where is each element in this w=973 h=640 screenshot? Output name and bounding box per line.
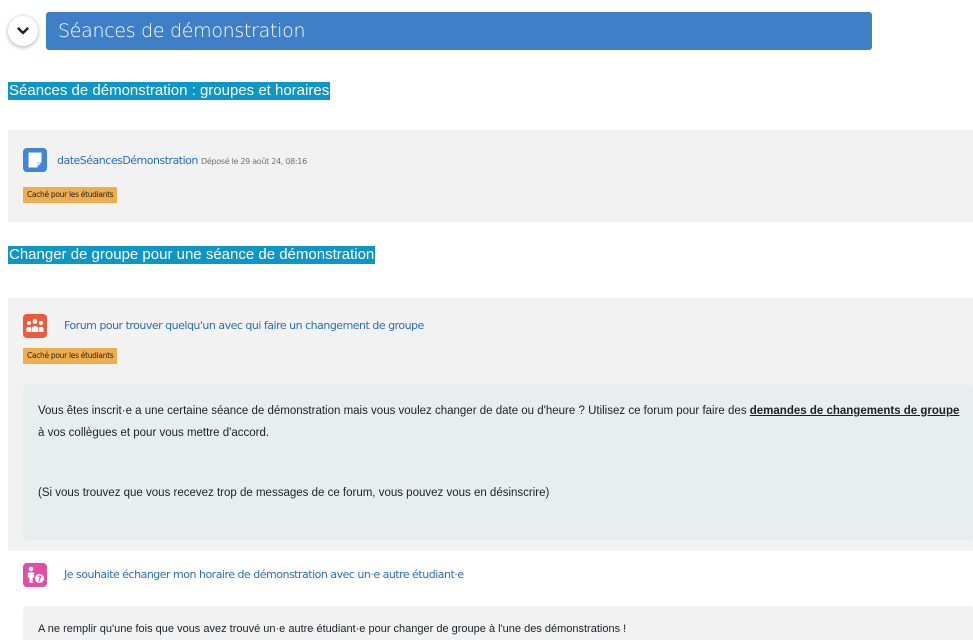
hidden-badge: Caché pour les étudiants — [23, 187, 118, 203]
activity-choice-link[interactable]: Je souhaite échanger mon horaire de démo… — [64, 568, 464, 581]
group-change-requests-link[interactable]: demandes de changements de groupe — [750, 405, 960, 417]
svg-text:?: ? — [37, 575, 42, 584]
activity-file: dateSéancesDémonstration Déposé le 29 ao… — [8, 130, 973, 222]
section-header: Séances de démonstration — [8, 12, 872, 50]
activity-file-meta: Déposé le 29 août 24, 08:16 — [201, 157, 307, 166]
activity-forum: Forum pour trouver quelqu'un avec qui fa… — [8, 298, 973, 551]
heading-change-group: Changer de groupe pour une séance de dém… — [8, 246, 376, 264]
heading-groups-schedule: Séances de démonstration : groupes et ho… — [8, 82, 331, 100]
hidden-badge: Caché pour les étudiants — [23, 348, 118, 364]
forum-unsubscribe-note: (Si vous trouvez que vous recevez trop d… — [38, 487, 550, 499]
person-question-icon: ? — [23, 563, 47, 587]
section-title: Séances de démonstration — [58, 20, 306, 42]
forum-description: Vous êtes inscrit·e a une certaine séanc… — [23, 384, 973, 540]
section-collapse-button[interactable] — [8, 16, 38, 46]
activity-forum-link[interactable]: Forum pour trouver quelqu'un avec qui fa… — [64, 319, 424, 332]
choice-description-text: A ne remplir qu'une fois que vous avez t… — [38, 623, 627, 635]
file-icon — [23, 148, 47, 172]
section-title-bar[interactable]: Séances de démonstration — [46, 12, 872, 50]
activity-choice: ? Je souhaite échanger mon horaire de dé… — [8, 551, 973, 640]
choice-description: A ne remplir qu'une fois que vous avez t… — [23, 606, 973, 640]
forum-icon — [23, 314, 47, 338]
activity-file-link[interactable]: dateSéancesDémonstration — [57, 154, 198, 167]
chevron-down-icon — [17, 27, 29, 35]
forum-description-text: Vous êtes inscrit·e a une certaine séanc… — [38, 405, 960, 439]
